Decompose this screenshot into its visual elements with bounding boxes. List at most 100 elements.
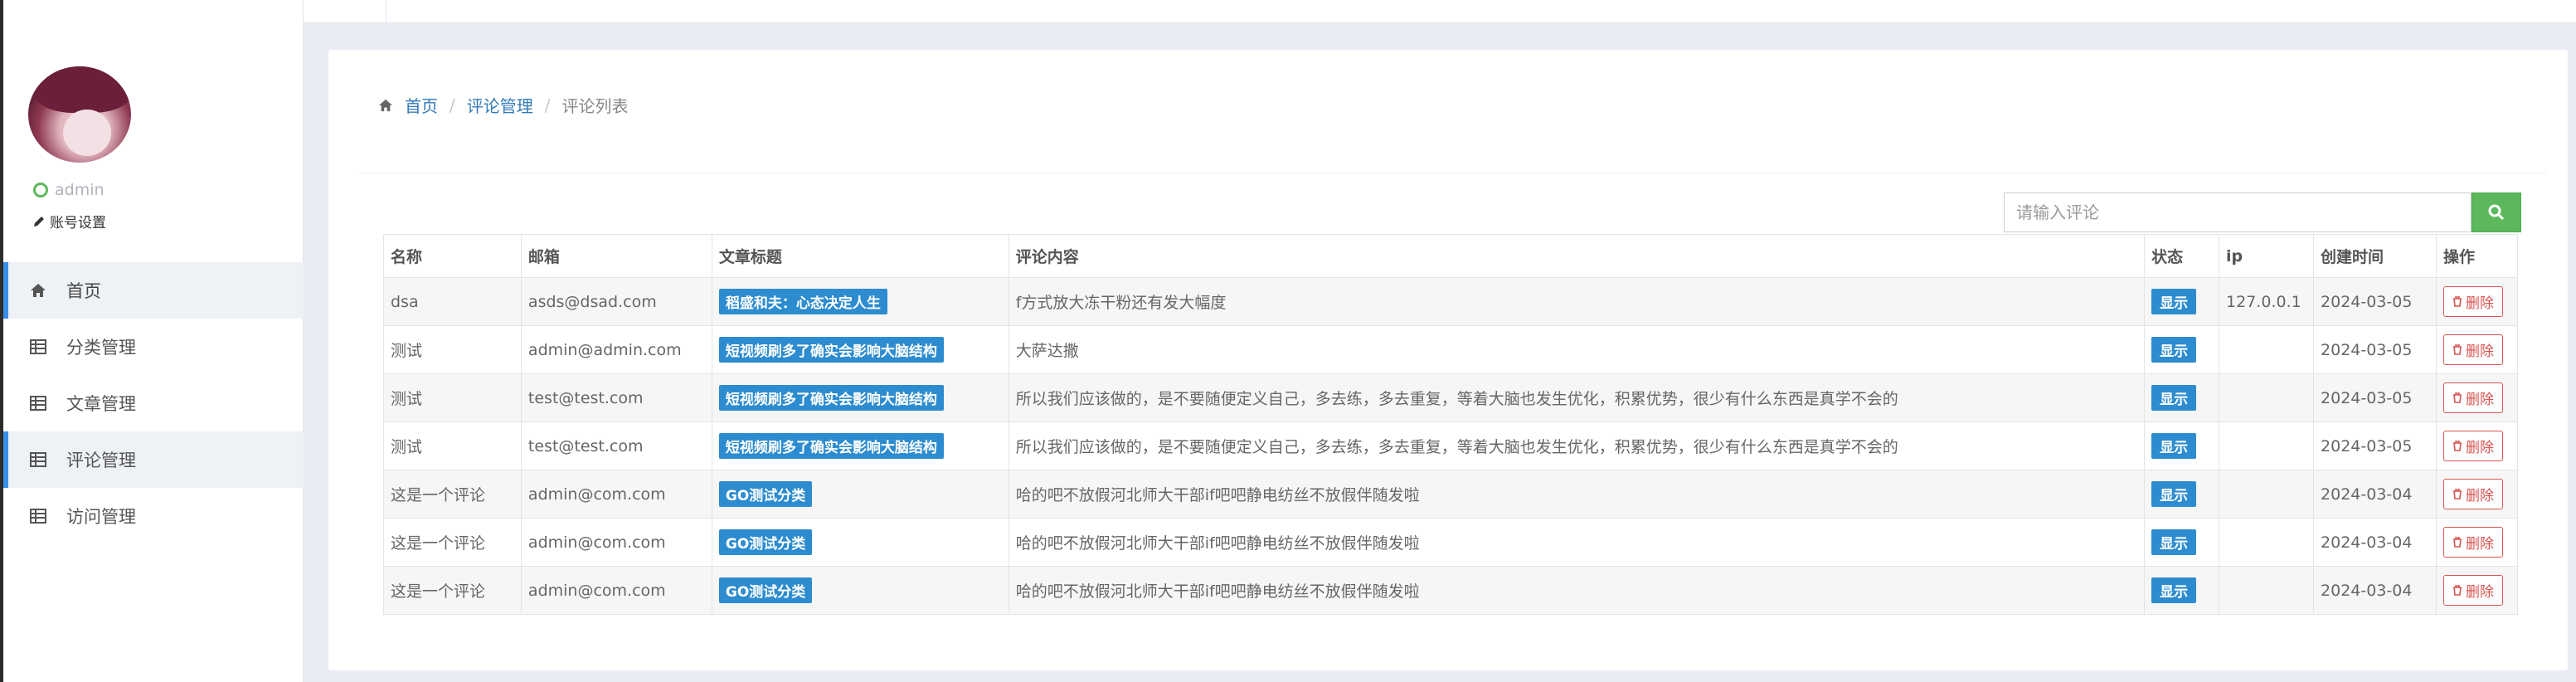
avatar[interactable] [28,66,131,163]
search-icon [2488,204,2505,221]
status-badge: 显示 [2151,385,2197,411]
table-header-row: 名称 邮箱 文章标题 评论内容 状态 ip 创建时间 操作 [383,234,2519,278]
table-row: 这是一个评论 admin@com.com GO测试分类 哈的吧不放假河北师大干部… [383,470,2519,519]
cell-title: 短视频刷多了确实会影响大脑结构 [711,421,1009,470]
account-settings-link[interactable]: 账号设置 [33,211,106,231]
column-header: 名称 [383,234,522,278]
table-row: 测试 test@test.com 短视频刷多了确实会影响大脑结构 所以我们应该做… [383,421,2519,470]
delete-button[interactable]: 删除 [2442,575,2503,606]
cell-content: f方式放大冻干粉还有发大幅度 [1008,277,2146,326]
cell-action: 删除 [2435,566,2519,615]
avatar-face [63,110,111,156]
search-button[interactable] [2472,192,2521,232]
cell-ip [2219,325,2315,374]
sidebar-item-comments[interactable]: 评论管理 [3,431,304,488]
top-tab[interactable] [304,0,386,23]
delete-button[interactable]: 删除 [2442,382,2503,413]
top-bar [304,0,2576,23]
trash-icon [2452,441,2462,451]
cell-email: admin@com.com [520,566,712,615]
article-title-badge[interactable]: 稻盛和夫：心态决定人生 [718,289,887,314]
delete-label: 删除 [2465,295,2494,312]
username: admin [55,181,104,199]
sidebar: admin 账号设置 首页 分类管理 文章管理 评论管理 访问管理 [3,0,304,682]
cell-name: 测试 [383,325,522,374]
sidebar-item-visits[interactable]: 访问管理 [3,488,304,544]
cell-ip [2219,470,2315,519]
delete-button[interactable]: 删除 [2442,286,2503,317]
sidebar-item-home[interactable]: 首页 [3,262,304,319]
breadcrumb: 首页 / 评论管理 / 评论列表 [378,93,629,117]
sidebar-item-articles[interactable]: 文章管理 [3,375,304,431]
cell-name: 这是一个评论 [383,518,522,567]
cell-email: test@test.com [520,421,712,470]
delete-label: 删除 [2465,343,2494,360]
article-title-badge[interactable]: GO测试分类 [718,529,813,555]
cell-name: 这是一个评论 [383,566,522,615]
article-title-badge[interactable]: 短视频刷多了确实会影响大脑结构 [718,433,944,459]
cell-title: GO测试分类 [711,518,1009,567]
cell-status: 显示 [2144,373,2220,422]
sidebar-item-label: 分类管理 [66,338,136,358]
sidebar-item-label: 文章管理 [66,394,136,414]
search-input[interactable] [2004,192,2472,232]
home-icon [379,99,392,111]
cell-ip [2219,566,2315,615]
cell-ip [2219,518,2315,567]
delete-button[interactable]: 删除 [2442,431,2503,461]
delete-label: 删除 [2465,584,2494,601]
trash-icon [2452,344,2462,355]
cell-action: 删除 [2435,325,2519,374]
cell-date: 2024-03-04 [2313,470,2437,519]
cell-status: 显示 [2144,470,2220,519]
table-row: 这是一个评论 admin@com.com GO测试分类 哈的吧不放假河北师大干部… [383,518,2519,567]
column-header: 邮箱 [520,234,712,278]
cell-date: 2024-03-05 [2313,373,2437,422]
pencil-icon [34,216,44,227]
breadcrumb-separator: / [450,95,455,115]
cell-content: 所以我们应该做的，是不要随便定义自己，多去练，多去重复，等着大脑也发生优化，积累… [1008,373,2146,422]
cell-date: 2024-03-04 [2313,518,2437,567]
trash-icon [2452,489,2462,499]
cell-title: 稻盛和夫：心态决定人生 [711,277,1009,326]
sidebar-nav: 首页 分类管理 文章管理 评论管理 访问管理 [3,262,304,544]
profile-card [28,66,131,163]
status-badge: 显示 [2151,433,2197,459]
table-row: dsa asds@dsad.com 稻盛和夫：心态决定人生 f方式放大冻干粉还有… [383,277,2519,326]
status-badge: 显示 [2151,337,2197,363]
cell-title: 短视频刷多了确实会影响大脑结构 [711,325,1009,374]
cell-name: 测试 [383,421,522,470]
cell-action: 删除 [2435,277,2519,326]
article-title-badge[interactable]: 短视频刷多了确实会影响大脑结构 [718,385,944,411]
status-badge: 显示 [2151,529,2197,555]
delete-button[interactable]: 删除 [2442,334,2503,365]
trash-icon [2452,296,2462,307]
table-row: 测试 test@test.com 短视频刷多了确实会影响大脑结构 所以我们应该做… [383,373,2519,422]
comments-table: 名称 邮箱 文章标题 评论内容 状态 ip 创建时间 操作 dsa asds@d… [383,234,2519,615]
cell-name: dsa [383,277,522,326]
cell-email: test@test.com [520,373,712,422]
breadcrumb-home[interactable]: 首页 [405,93,438,117]
column-header: ip [2219,234,2315,278]
breadcrumb-section[interactable]: 评论管理 [467,93,533,117]
cell-date: 2024-03-04 [2313,566,2437,615]
column-header: 状态 [2144,234,2220,278]
trash-icon [2452,537,2462,548]
article-title-badge[interactable]: GO测试分类 [718,481,813,507]
account-settings-label: 账号设置 [50,215,106,231]
cell-email: admin@admin.com [520,325,712,374]
cell-status: 显示 [2144,566,2220,615]
table-icon [30,396,46,411]
article-title-badge[interactable]: 短视频刷多了确实会影响大脑结构 [718,337,944,363]
delete-button[interactable]: 删除 [2442,527,2503,558]
sidebar-item-category[interactable]: 分类管理 [3,319,304,375]
table-icon [30,339,46,354]
user-status: admin [33,181,104,199]
delete-button[interactable]: 删除 [2442,479,2503,509]
status-badge: 显示 [2151,577,2197,603]
cell-ip [2219,421,2315,470]
delete-label: 删除 [2465,536,2494,553]
cell-status: 显示 [2144,325,2220,374]
table-icon [30,509,46,524]
article-title-badge[interactable]: GO测试分类 [718,577,813,603]
